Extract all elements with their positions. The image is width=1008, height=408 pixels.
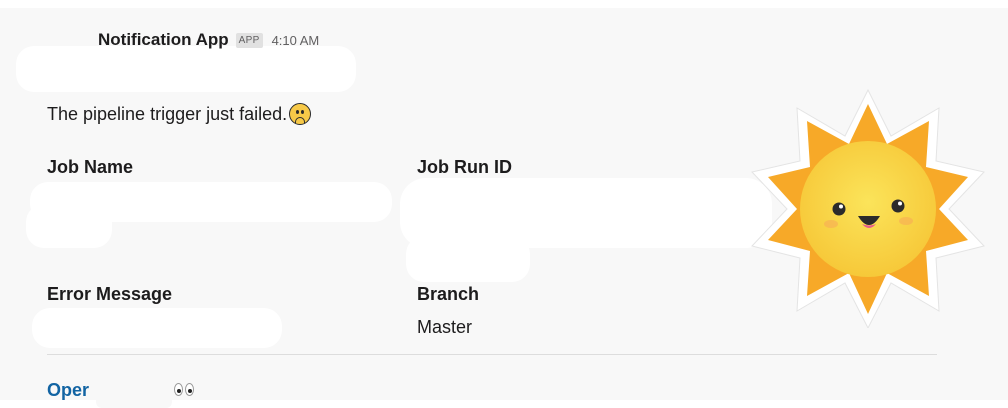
branch-value: Master bbox=[417, 317, 473, 337]
message-text: The pipeline trigger just failed. bbox=[47, 103, 312, 125]
job-run-id-label: Job Run ID bbox=[417, 157, 512, 177]
redacted-area bbox=[96, 370, 172, 408]
message-header: Notification App APP 4:10 AM bbox=[98, 28, 319, 52]
branch-label: Branch bbox=[417, 284, 480, 304]
message-panel: Notification App APP 4:10 AM The pipelin… bbox=[0, 0, 1008, 408]
message-timestamp[interactable]: 4:10 AM bbox=[272, 33, 320, 48]
slightly-frowning-face-icon bbox=[289, 103, 312, 125]
app-badge: APP bbox=[235, 32, 263, 48]
open-link[interactable]: Oper bbox=[47, 380, 89, 401]
smiling-sun-sticker-icon bbox=[751, 88, 985, 328]
redacted-area bbox=[26, 204, 112, 248]
message-body: The pipeline trigger just failed. bbox=[47, 103, 288, 124]
redacted-area bbox=[16, 46, 356, 92]
redacted-area bbox=[406, 236, 530, 282]
job-name-label: Job Name bbox=[47, 157, 134, 177]
app-name[interactable]: Notification App bbox=[98, 30, 229, 50]
eyes-icon bbox=[174, 383, 196, 399]
redacted-area bbox=[32, 308, 282, 348]
divider bbox=[47, 354, 937, 355]
error-message-label: Error Message bbox=[47, 284, 173, 304]
